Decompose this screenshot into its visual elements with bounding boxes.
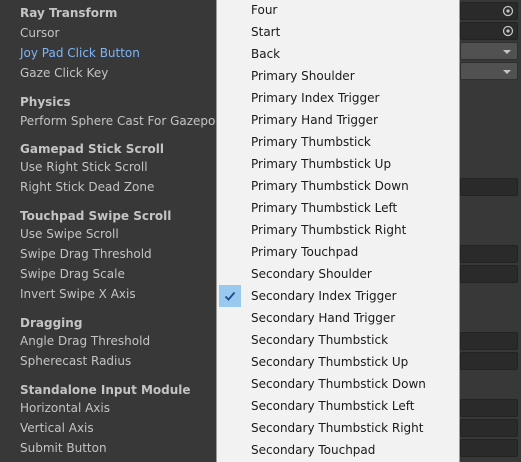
menu-item[interactable]: Back [217, 43, 459, 65]
chevron-down-icon [503, 50, 511, 54]
swipe-drag-threshold-field[interactable] [460, 245, 518, 263]
menu-item-label: Back [251, 47, 281, 61]
menu-item-label: Secondary Touchpad [251, 443, 376, 457]
property-label-angle-drag-threshold[interactable]: Angle Drag Threshold [20, 331, 150, 351]
menu-item[interactable]: Primary Thumbstick Up [217, 153, 459, 175]
menu-item[interactable]: Four [217, 0, 459, 21]
menu-item[interactable]: Secondary Shoulder [217, 263, 459, 285]
section-header-dragging: Dragging [20, 316, 83, 330]
menu-item-label: Start [251, 25, 281, 39]
property-label-spherecast-radius[interactable]: Spherecast Radius [20, 351, 131, 371]
selection-highlight [219, 285, 241, 307]
menu-item-label: Primary Index Trigger [251, 91, 380, 105]
menu-item[interactable]: Secondary Thumbstick Right [217, 417, 459, 439]
dropdown-menu[interactable]: Four Start Back Primary Shoulder Primary Ind… [216, 0, 460, 462]
menu-item[interactable]: Start [217, 21, 459, 43]
section-header-touchpad-swipe-scroll: Touchpad Swipe Scroll [20, 209, 172, 223]
property-label-horizontal-axis[interactable]: Horizontal Axis [20, 398, 110, 418]
property-label-submit-button[interactable]: Submit Button [20, 438, 107, 458]
property-label-use-right-stick-scroll[interactable]: Use Right Stick Scroll [20, 157, 148, 177]
menu-item[interactable]: Primary Thumbstick Right [217, 219, 459, 241]
property-label-swipe-drag-scale[interactable]: Swipe Drag Scale [20, 264, 125, 284]
chevron-down-icon [503, 70, 511, 74]
angle-drag-threshold-field[interactable] [460, 332, 518, 350]
menu-item[interactable]: Primary Touchpad [217, 241, 459, 263]
menu-item-label: Primary Thumbstick Up [251, 157, 392, 171]
menu-item-label: Primary Thumbstick Down [251, 179, 409, 193]
property-label-joy-pad-click-button[interactable]: Joy Pad Click Button [20, 43, 140, 63]
menu-item[interactable]: Primary Index Trigger [217, 87, 459, 109]
property-label-swipe-drag-threshold[interactable]: Swipe Drag Threshold [20, 244, 152, 264]
menu-item-label: Secondary Thumbstick [251, 333, 389, 347]
section-header-physics: Physics [20, 95, 71, 109]
menu-item[interactable]: Secondary Thumbstick [217, 329, 459, 351]
menu-item[interactable]: Primary Thumbstick Down [217, 175, 459, 197]
vertical-axis-field[interactable] [460, 419, 518, 437]
property-label-invert-swipe-x-axis[interactable]: Invert Swipe X Axis [20, 284, 136, 304]
menu-item[interactable]: Secondary Thumbstick Up [217, 351, 459, 373]
menu-item-label: Secondary Shoulder [251, 267, 372, 281]
section-header-ray-transform: Ray Transform [20, 6, 118, 20]
section-header-standalone-input-module: Standalone Input Module [20, 383, 191, 397]
menu-item-label: Secondary Thumbstick Left [251, 399, 415, 413]
menu-item-label: Primary Hand Trigger [251, 113, 378, 127]
menu-item[interactable]: Secondary Thumbstick Down [217, 373, 459, 395]
menu-item-label: Secondary Index Trigger [251, 289, 397, 303]
menu-item-label: Secondary Thumbstick Up [251, 355, 409, 369]
property-label-cursor[interactable]: Cursor [20, 23, 59, 43]
menu-item[interactable]: Secondary Touchpad [217, 439, 459, 461]
menu-item-label: Secondary Thumbstick Right [251, 421, 424, 435]
menu-item-label: Four [251, 3, 278, 17]
object-picker-icon[interactable] [502, 5, 514, 17]
menu-item[interactable]: Primary Thumbstick Left [217, 197, 459, 219]
menu-item-label: Secondary Hand Trigger [251, 311, 396, 325]
menu-item-label: Primary Thumbstick [251, 135, 371, 149]
property-label-perform-sphere-cast[interactable]: Perform Sphere Cast For Gazepoin [20, 111, 226, 131]
property-label-vertical-axis[interactable]: Vertical Axis [20, 418, 94, 438]
menu-item-label: Primary Touchpad [251, 245, 359, 259]
menu-item-label: Primary Shoulder [251, 69, 355, 83]
menu-item[interactable]: Primary Shoulder [217, 65, 459, 87]
property-label-gaze-click-key[interactable]: Gaze Click Key [20, 63, 108, 83]
section-header-gamepad-stick-scroll: Gamepad Stick Scroll [20, 142, 164, 156]
checkmark-icon [224, 291, 236, 301]
horizontal-axis-field[interactable] [460, 399, 518, 417]
menu-item-label: Primary Thumbstick Right [251, 223, 407, 237]
spherecast-radius-field[interactable] [460, 352, 518, 370]
menu-item[interactable]: Primary Thumbstick [217, 131, 459, 153]
property-label-use-swipe-scroll[interactable]: Use Swipe Scroll [20, 224, 119, 244]
menu-item[interactable]: Secondary Thumbstick Left [217, 395, 459, 417]
submit-button-field[interactable] [460, 439, 518, 457]
right-stick-dead-zone-field[interactable] [460, 178, 518, 196]
menu-item[interactable]: Primary Hand Trigger [217, 109, 459, 131]
menu-item-label: Primary Thumbstick Left [251, 201, 398, 215]
menu-item[interactable]: Secondary Hand Trigger [217, 307, 459, 329]
menu-item[interactable]: Secondary Index Trigger [217, 285, 459, 307]
menu-item-label: Secondary Thumbstick Down [251, 377, 426, 391]
property-label-right-stick-dead-zone[interactable]: Right Stick Dead Zone [20, 177, 154, 197]
swipe-drag-scale-field[interactable] [460, 265, 518, 283]
object-picker-icon[interactable] [502, 25, 514, 37]
